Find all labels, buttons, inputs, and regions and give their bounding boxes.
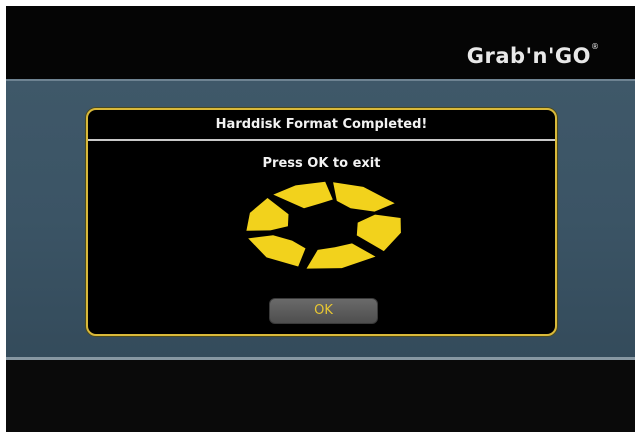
title-divider: [88, 139, 555, 141]
tv-screen: Grab'n'GO ® Harddisk Format Completed! P…: [6, 6, 635, 432]
spinner-segment: [246, 198, 289, 231]
bottom-bar: [6, 360, 635, 432]
spinner-segment: [333, 182, 395, 212]
top-bar: Grab'n'GO ®: [6, 6, 635, 79]
spinner-segment: [306, 243, 376, 269]
ok-button[interactable]: OK: [269, 298, 378, 324]
dialog-message: Press OK to exit: [262, 156, 381, 171]
spinner-segment: [248, 235, 306, 267]
spinner-segment: [273, 181, 333, 209]
dialog-title: Harddisk Format Completed!: [215, 117, 428, 132]
spinner-segment: [356, 214, 401, 252]
brand-logo: Grab'n'GO: [466, 44, 591, 68]
spinner-wheel-icon: [246, 181, 401, 269]
registered-mark: ®: [591, 42, 599, 51]
format-complete-dialog: Harddisk Format Completed! Press OK to e…: [86, 108, 557, 336]
